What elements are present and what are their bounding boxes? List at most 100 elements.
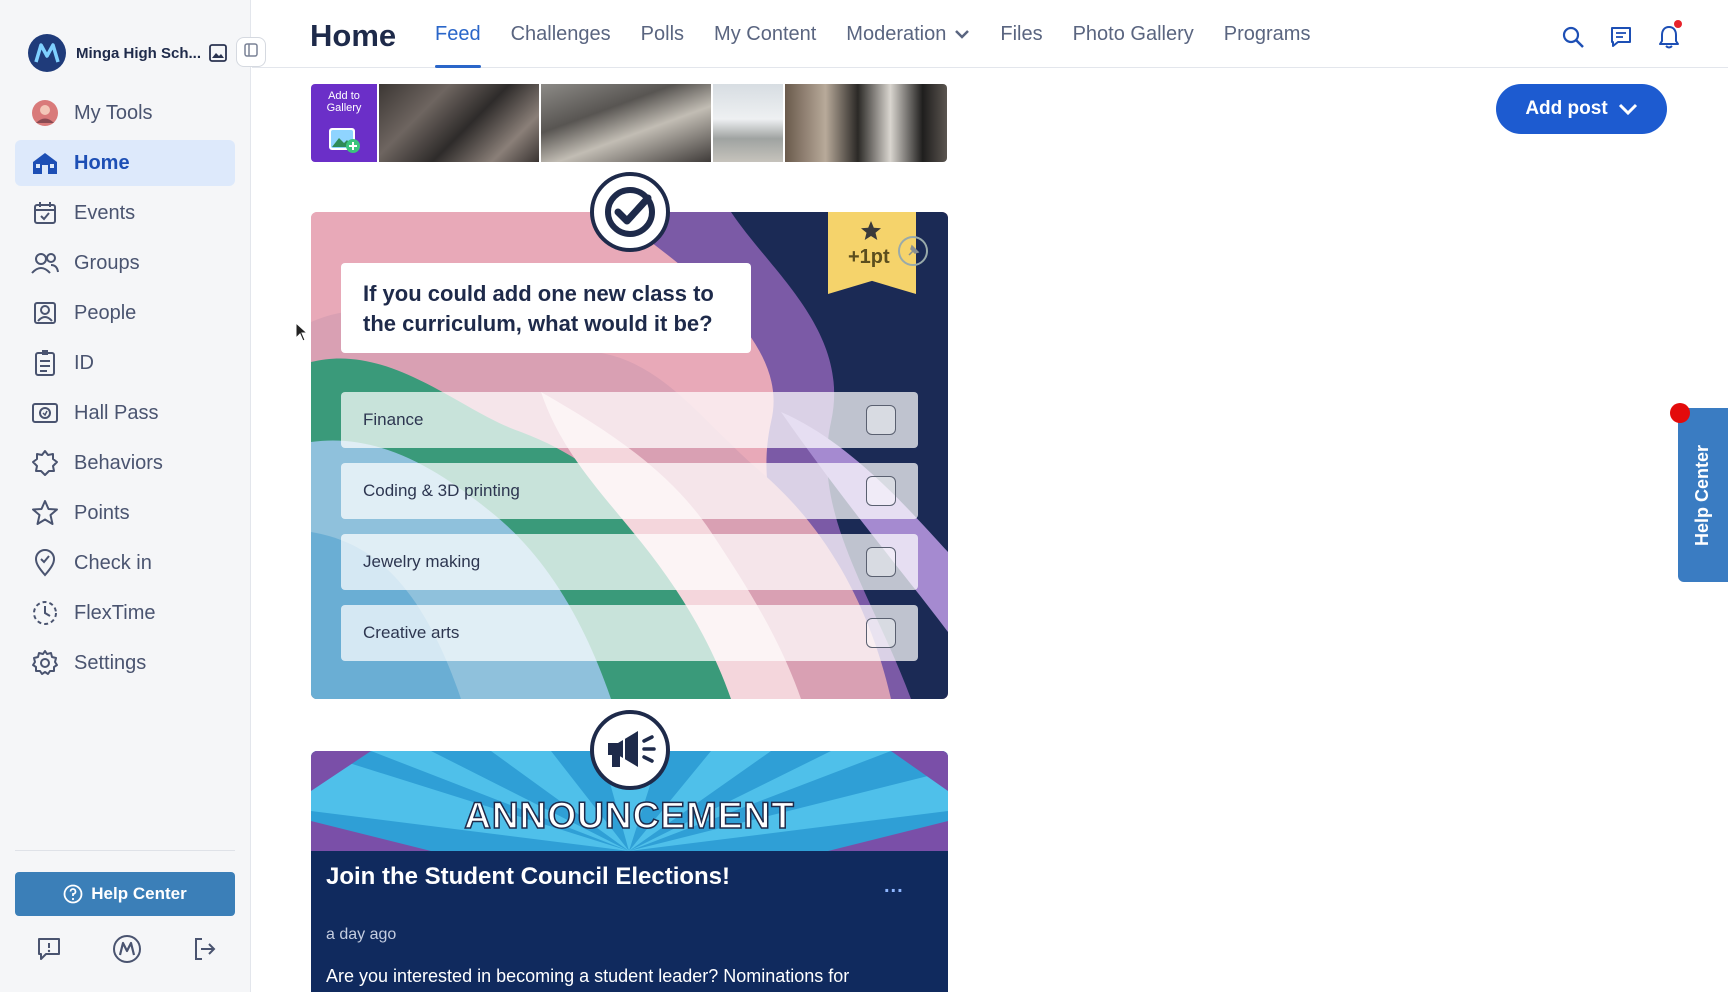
feedback-icon[interactable] <box>32 932 66 966</box>
poll-option-checkbox[interactable] <box>866 618 896 648</box>
sidebar-item-events[interactable]: Events <box>15 190 235 236</box>
sidebar-item-label: Settings <box>74 651 147 674</box>
image-icon[interactable] <box>207 42 229 64</box>
school-switcher[interactable]: Minga High Sch... <box>28 34 229 72</box>
minga-logo-icon <box>28 34 66 72</box>
sidebar-divider <box>15 850 235 851</box>
app-root: Minga High Sch... My Tools Home Events G… <box>0 0 1728 992</box>
poll-option[interactable]: Creative arts <box>341 605 918 661</box>
sidebar-item-label: Check in <box>74 551 152 574</box>
notification-dot <box>1674 20 1682 28</box>
sidebar-item-flextime[interactable]: FlexTime <box>15 590 235 636</box>
star-icon <box>31 499 59 527</box>
sidebar-item-hall-pass[interactable]: Hall Pass <box>15 390 235 436</box>
gear-icon <box>31 649 59 677</box>
sidebar-item-id[interactable]: ID <box>15 340 235 386</box>
poll-option-label: Finance <box>363 410 424 429</box>
messages-icon[interactable] <box>1606 22 1636 52</box>
poll-option-checkbox[interactable] <box>866 476 896 506</box>
collapse-sidebar-button[interactable] <box>236 37 266 67</box>
avatar-icon <box>31 99 59 127</box>
logout-icon[interactable] <box>188 932 222 966</box>
tab-programs[interactable]: Programs <box>1224 0 1311 68</box>
poll-card: +1pt If you could add one new class to t… <box>311 212 948 699</box>
notifications-icon[interactable] <box>1654 20 1684 52</box>
poll-option[interactable]: Finance <box>341 392 918 448</box>
tab-files[interactable]: Files <box>1000 0 1042 68</box>
pin-icon[interactable] <box>898 236 928 266</box>
sidebar-item-label: My Tools <box>74 101 153 124</box>
more-options-icon[interactable]: ... <box>884 875 904 898</box>
feed-tabs: Feed Challenges Polls My Content Moderat… <box>435 0 1340 68</box>
tab-polls[interactable]: Polls <box>641 0 684 68</box>
gallery-photo[interactable] <box>713 84 783 162</box>
photo-gallery-strip: Add to Gallery <box>311 84 948 162</box>
add-photo-icon <box>329 128 360 153</box>
help-center-tab-label: Help Center <box>1692 444 1713 546</box>
flextime-icon <box>31 599 59 627</box>
gallery-photo[interactable] <box>785 84 947 162</box>
search-icon[interactable] <box>1558 22 1588 52</box>
sidebar-item-label: Hall Pass <box>74 401 159 424</box>
sidebar-item-label: Events <box>74 201 136 224</box>
sidebar-item-label: Points <box>74 501 130 524</box>
behaviors-icon <box>31 449 59 477</box>
tab-feed[interactable]: Feed <box>435 0 481 68</box>
tab-photo-gallery[interactable]: Photo Gallery <box>1073 0 1194 68</box>
sidebar-item-home[interactable]: Home <box>15 140 235 186</box>
sidebar-item-label: FlexTime <box>74 601 156 624</box>
help-notification-dot <box>1670 403 1690 423</box>
question-circle-icon <box>63 884 83 904</box>
sidebar-item-settings[interactable]: Settings <box>15 640 235 686</box>
sidebar-item-check-in[interactable]: Check in <box>15 540 235 586</box>
id-card-icon <box>31 349 59 377</box>
sidebar-item-my-tools[interactable]: My Tools <box>15 90 235 136</box>
calendar-icon <box>31 199 59 227</box>
help-center-tab[interactable]: Help Center <box>1678 408 1728 582</box>
poll-option-checkbox[interactable] <box>866 405 896 435</box>
sidebar-item-groups[interactable]: Groups <box>15 240 235 286</box>
chevron-down-icon <box>1618 102 1638 116</box>
home-icon <box>31 149 59 177</box>
add-post-button[interactable]: Add post <box>1496 84 1667 134</box>
people-icon <box>31 299 59 327</box>
tab-moderation-label: Moderation <box>846 22 947 45</box>
sidebar-item-label: Home <box>74 151 130 174</box>
tab-challenges[interactable]: Challenges <box>511 0 611 68</box>
add-to-gallery-button[interactable]: Add to Gallery <box>311 84 377 162</box>
add-to-gallery-label-2: Gallery <box>326 102 362 114</box>
poll-option[interactable]: Coding & 3D printing <box>341 463 918 519</box>
help-center-button[interactable]: Help Center <box>15 872 235 916</box>
tab-moderation[interactable]: Moderation <box>846 0 970 68</box>
poll-option[interactable]: Jewelry making <box>341 534 918 590</box>
add-post-label: Add post <box>1525 98 1608 119</box>
chevron-down-icon <box>954 28 970 40</box>
announcement-body: Are you interested in becoming a student… <box>326 966 850 986</box>
mouse-cursor-icon <box>295 322 309 342</box>
page-title: Home <box>310 18 397 53</box>
poll-option-label: Coding & 3D printing <box>363 481 520 500</box>
sidebar-item-behaviors[interactable]: Behaviors <box>15 440 235 486</box>
sidebar-footer <box>32 932 222 966</box>
poll-options: Finance Coding & 3D printing Jewelry mak… <box>341 392 918 676</box>
groups-icon <box>31 249 59 277</box>
minga-logo-icon[interactable] <box>110 932 144 966</box>
hall-pass-icon <box>31 399 59 427</box>
poll-option-label: Jewelry making <box>363 552 481 571</box>
sidebar-item-points[interactable]: Points <box>15 490 235 536</box>
star-icon <box>861 221 881 240</box>
sidebar-item-people[interactable]: People <box>15 290 235 336</box>
help-center-label: Help Center <box>91 884 187 903</box>
sidebar-item-label: People <box>74 301 137 324</box>
school-name: Minga High Sch... <box>76 44 202 62</box>
announcement-title: Join the Student Council Elections! <box>326 863 731 890</box>
sidebar-item-label: ID <box>74 351 94 374</box>
gallery-photo[interactable] <box>541 84 711 162</box>
announcement-timestamp: a day ago <box>326 926 397 943</box>
sidebar: Minga High Sch... My Tools Home Events G… <box>0 0 251 992</box>
tab-my-content[interactable]: My Content <box>714 0 816 68</box>
points-value: +1pt <box>848 246 890 268</box>
top-actions <box>1540 20 1684 52</box>
poll-option-checkbox[interactable] <box>866 547 896 577</box>
gallery-photo[interactable] <box>379 84 539 162</box>
